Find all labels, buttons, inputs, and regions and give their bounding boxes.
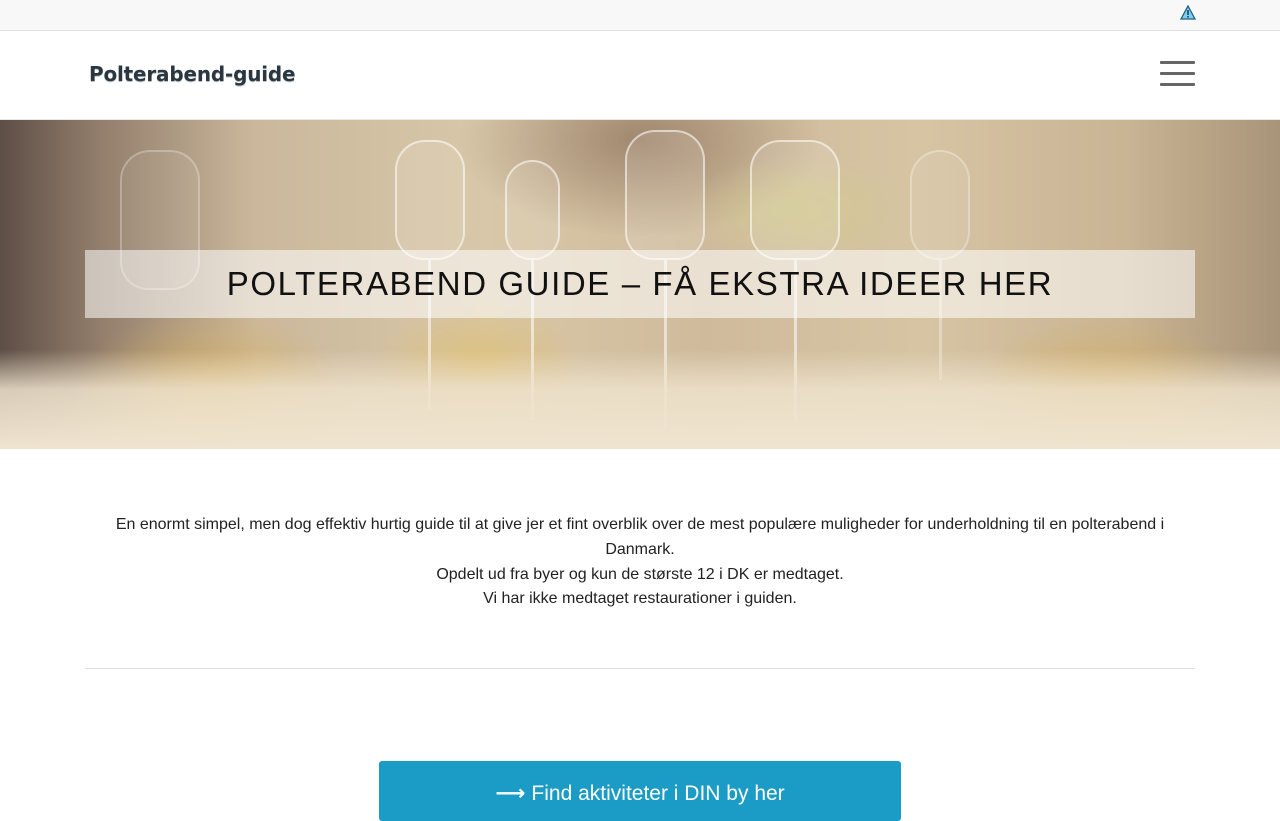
find-activities-button[interactable]: ⟶ Find aktiviteter i DIN by her bbox=[379, 761, 901, 821]
divider bbox=[85, 668, 1195, 669]
hero-banner: POLTERABEND GUIDE – FÅ EKSTRA IDEER HER bbox=[0, 120, 1280, 449]
site-header: Polterabend-guide bbox=[0, 31, 1280, 120]
find-activities-label: Find aktiviteter i DIN by her bbox=[531, 782, 785, 805]
intro-line: Vi har ikke medtaget restaurationer i gu… bbox=[483, 590, 797, 608]
intro-line: Opdelt ud fra byer og kun de største 12 … bbox=[436, 565, 844, 583]
top-bar bbox=[0, 0, 1280, 31]
hero-title-box: POLTERABEND GUIDE – FÅ EKSTRA IDEER HER bbox=[85, 250, 1195, 318]
page-title: POLTERABEND GUIDE – FÅ EKSTRA IDEER HER bbox=[226, 265, 1054, 302]
hamburger-menu-icon[interactable] bbox=[1160, 61, 1195, 87]
intro-text: En enormt simpel, men dog effektiv hurti… bbox=[85, 513, 1195, 612]
arrow-right-icon: ⟶ bbox=[495, 781, 526, 805]
logo-text: Polterabend-guide bbox=[89, 62, 296, 86]
site-logo[interactable]: Polterabend-guide bbox=[89, 62, 296, 86]
intro-line: En enormt simpel, men dog effektiv hurti… bbox=[115, 516, 1165, 558]
warning-triangle-icon[interactable] bbox=[1180, 5, 1196, 20]
